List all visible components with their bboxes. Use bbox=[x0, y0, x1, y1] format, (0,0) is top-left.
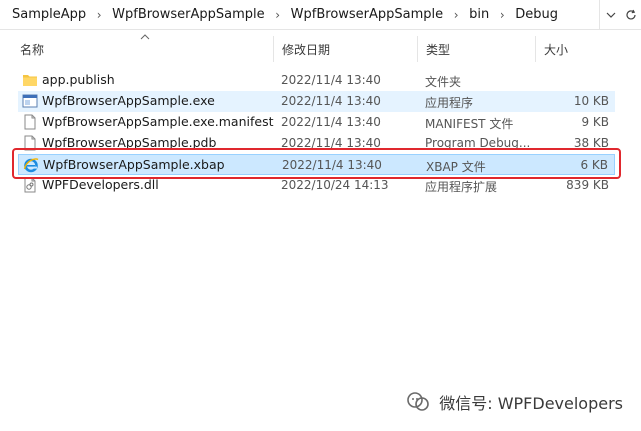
file-type: 应用程序 bbox=[425, 96, 474, 110]
file-date: 2022/11/4 13:40 bbox=[281, 73, 381, 87]
watermark: 微信号: WPFDevelopers bbox=[405, 389, 623, 415]
chevron-right-icon[interactable]: › bbox=[491, 8, 513, 22]
wechat-logo-icon bbox=[407, 392, 430, 411]
column-header-type-label: 类型 bbox=[426, 42, 451, 57]
breadcrumb-item-sampleapp[interactable]: SampleApp bbox=[10, 7, 88, 22]
dll-icon bbox=[22, 177, 38, 193]
ie-icon bbox=[23, 157, 39, 173]
file-type: 文件夹 bbox=[425, 75, 462, 89]
refresh-icon bbox=[626, 9, 636, 20]
file-date: 2022/11/4 13:40 bbox=[281, 94, 381, 108]
column-header-type[interactable]: 类型 bbox=[418, 36, 536, 62]
file-row-exe[interactable]: WpfBrowserAppSample.exe 2022/11/4 13:40 … bbox=[18, 91, 615, 112]
refresh-button[interactable] bbox=[621, 0, 641, 30]
column-header-size-label: 大小 bbox=[544, 42, 569, 57]
file-date: 2022/10/24 14:13 bbox=[281, 178, 389, 192]
breadcrumb-item-bin[interactable]: bin bbox=[467, 7, 491, 22]
column-header-date[interactable]: 修改日期 bbox=[274, 36, 418, 62]
address-bar[interactable]: SampleApp › WpfBrowserAppSample › WpfBro… bbox=[0, 0, 641, 30]
file-type: 应用程序扩展 bbox=[425, 180, 498, 194]
chevron-right-icon[interactable]: › bbox=[445, 8, 467, 22]
file-type: MANIFEST 文件 bbox=[425, 117, 514, 131]
file-name: WPFDevelopers.dll bbox=[42, 177, 159, 192]
file-date: 2022/11/4 13:40 bbox=[281, 136, 381, 150]
file-size: 6 KB bbox=[580, 158, 608, 172]
file-name: WpfBrowserAppSample.pdb bbox=[42, 135, 217, 150]
file-row-app-publish[interactable]: app.publish 2022/11/4 13:40 文件夹 bbox=[18, 70, 615, 91]
file-date: 2022/11/4 13:40 bbox=[282, 158, 382, 172]
file-row-dll[interactable]: WPFDevelopers.dll 2022/10/24 14:13 应用程序扩… bbox=[18, 175, 615, 196]
exe-icon bbox=[22, 93, 38, 109]
folder-icon bbox=[22, 72, 38, 88]
file-name: WpfBrowserAppSample.exe bbox=[42, 93, 215, 108]
breadcrumb-item-debug[interactable]: Debug bbox=[513, 7, 560, 22]
file-size: 38 KB bbox=[573, 136, 609, 150]
address-history-button[interactable] bbox=[599, 0, 621, 30]
breadcrumb-item-wpfbrowserappsample-1[interactable]: WpfBrowserAppSample bbox=[110, 7, 267, 22]
file-explorer-window: SampleApp › WpfBrowserAppSample › WpfBro… bbox=[0, 0, 641, 431]
breadcrumb-item-wpfbrowserappsample-2[interactable]: WpfBrowserAppSample bbox=[289, 7, 446, 22]
breadcrumb: SampleApp › WpfBrowserAppSample › WpfBro… bbox=[0, 0, 560, 29]
column-header-name-label: 名称 bbox=[20, 42, 45, 57]
file-type: XBAP 文件 bbox=[426, 160, 486, 174]
column-header-date-label: 修改日期 bbox=[282, 42, 331, 57]
file-date: 2022/11/4 13:40 bbox=[281, 115, 381, 129]
file-size: 9 KB bbox=[581, 115, 609, 129]
file-row-manifest[interactable]: WpfBrowserAppSample.exe.manifest 2022/11… bbox=[18, 112, 615, 133]
column-header-name[interactable]: 名称 bbox=[0, 34, 274, 62]
chevron-right-icon[interactable]: › bbox=[267, 8, 289, 22]
file-icon bbox=[22, 114, 38, 130]
sort-ascending-icon bbox=[140, 32, 150, 43]
file-name: WpfBrowserAppSample.exe.manifest bbox=[42, 114, 274, 129]
file-size: 10 KB bbox=[573, 94, 609, 108]
file-row-pdb[interactable]: WpfBrowserAppSample.pdb 2022/11/4 13:40 … bbox=[18, 133, 615, 154]
file-icon bbox=[22, 135, 38, 151]
file-size: 839 KB bbox=[566, 178, 609, 192]
chevron-right-icon[interactable]: › bbox=[88, 8, 110, 22]
file-row-xbap[interactable]: WpfBrowserAppSample.xbap 2022/11/4 13:40… bbox=[18, 154, 615, 175]
watermark-text: 微信号: WPFDevelopers bbox=[439, 394, 623, 413]
file-name: app.publish bbox=[42, 72, 115, 87]
chevron-down-icon bbox=[606, 12, 615, 18]
column-header-size[interactable]: 大小 bbox=[536, 36, 608, 62]
file-type: Program Debug... bbox=[425, 136, 531, 150]
column-header-row: 名称 修改日期 类型 大小 bbox=[0, 34, 641, 62]
file-name: WpfBrowserAppSample.xbap bbox=[43, 157, 225, 172]
